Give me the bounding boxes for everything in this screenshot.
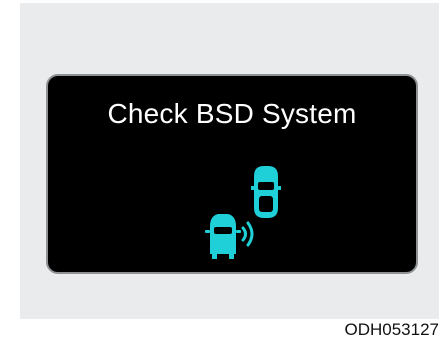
cluster-display: Check BSD System xyxy=(46,74,418,274)
figure-code: ODH053127 xyxy=(344,320,439,339)
rear-car-icon xyxy=(205,214,241,259)
bsd-warning-icon xyxy=(205,166,281,259)
sensor-wave-icon xyxy=(241,221,254,247)
warning-message: Check BSD System xyxy=(107,98,357,129)
adjacent-car-icon xyxy=(251,166,281,218)
